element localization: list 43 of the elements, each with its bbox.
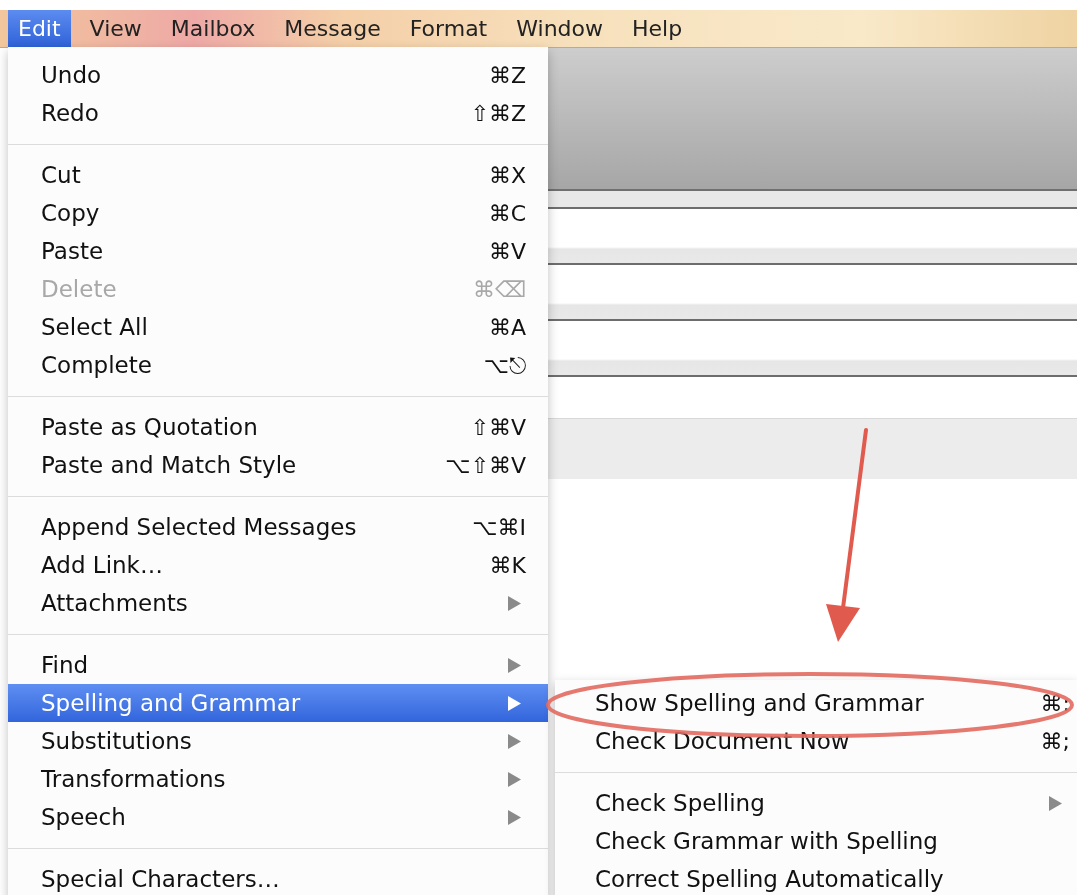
menu-item[interactable]: Add Link… ⌘K xyxy=(8,546,548,584)
menu-item[interactable]: Show Spelling and Grammar ⌘: xyxy=(555,684,1077,722)
menu-item[interactable]: Attachments xyxy=(8,584,548,622)
shortcut-text: ⌥⌘I xyxy=(472,514,526,540)
shortcut-text: ⇧⌘V xyxy=(470,414,526,440)
menu-item[interactable]: Substitutions xyxy=(8,722,548,760)
shortcut-text: ⌘X xyxy=(488,162,526,188)
shortcut-text: ⌘V xyxy=(488,238,526,264)
menu-item[interactable]: Special Characters… xyxy=(8,860,548,895)
shortcut-text: ⌘Z xyxy=(488,62,526,88)
menu-item[interactable]: Speech xyxy=(8,798,548,836)
menu-bar-item[interactable]: Message xyxy=(274,10,391,47)
menu-item[interactable]: Check Spelling xyxy=(555,784,1077,822)
menu-item[interactable]: Correct Spelling Automatically xyxy=(555,860,1077,895)
menu-item[interactable]: Paste ⌘V xyxy=(8,232,548,270)
menu-item[interactable]: Append Selected Messages ⌥⌘I xyxy=(8,508,548,546)
menu-bar-item[interactable]: Edit xyxy=(8,10,71,47)
shortcut-text: ⌘C xyxy=(488,200,526,226)
shortcut-text: ⌘A xyxy=(488,314,526,340)
shortcut-text: ⌥⇧⌘V xyxy=(445,452,526,478)
menu-item[interactable]: Copy ⌘C xyxy=(8,194,548,232)
menu-item[interactable]: Paste as Quotation ⇧⌘V xyxy=(8,408,548,446)
menu-bar-item[interactable]: Format xyxy=(399,10,498,47)
menu-bar-item[interactable]: Mailbox xyxy=(160,10,266,47)
menu-item[interactable]: Check Grammar with Spelling xyxy=(555,822,1077,860)
menu-item[interactable]: Paste and Match Style ⌥⇧⌘V xyxy=(8,446,548,484)
menu-item[interactable]: Spelling and Grammar xyxy=(8,684,548,722)
shortcut-text: ⌘; xyxy=(1040,728,1070,754)
shortcut-text: ⌥⎋ xyxy=(483,352,526,378)
shortcut-text: ⌘: xyxy=(1040,690,1070,716)
menu-item[interactable]: Select All ⌘A xyxy=(8,308,548,346)
menu-item[interactable]: Cut ⌘X xyxy=(8,156,548,194)
menu-item[interactable]: Redo ⇧⌘Z xyxy=(8,94,548,132)
menu-item[interactable]: Complete ⌥⎋ xyxy=(8,346,548,384)
shortcut-text: ⇧⌘Z xyxy=(470,100,526,126)
menu-item[interactable]: Find xyxy=(8,646,548,684)
menu-bar-item[interactable]: Window xyxy=(506,10,613,47)
shortcut-text: ⌘⌫ xyxy=(472,276,526,302)
menu-bar-item[interactable]: View xyxy=(79,10,152,47)
menu-item[interactable]: Undo ⌘Z xyxy=(8,56,548,94)
menu-bar-item[interactable]: Help xyxy=(622,10,693,47)
shortcut-text: ⌘K xyxy=(489,552,526,578)
menu-item[interactable]: Transformations xyxy=(8,760,548,798)
